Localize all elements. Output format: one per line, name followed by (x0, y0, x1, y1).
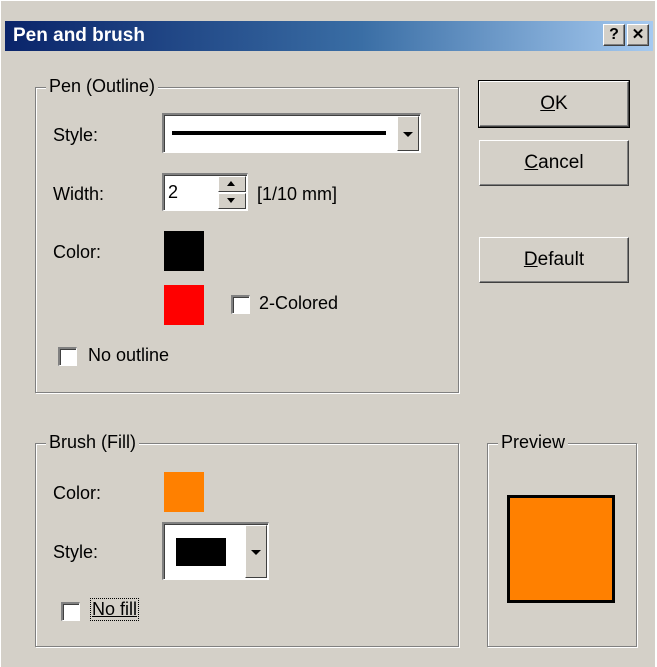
pen-color-label: Color: (53, 242, 102, 262)
pen-style-label: Style: (53, 125, 99, 145)
chevron-down-icon[interactable] (397, 116, 419, 151)
cancel-accel: C (524, 152, 539, 173)
brush-color-swatch[interactable] (164, 472, 204, 512)
pen-width-stepper[interactable]: 2 (162, 173, 248, 211)
spin-down-icon[interactable] (218, 193, 246, 209)
default-accel: D (523, 249, 538, 270)
two-colored-label[interactable]: 2-Colored (259, 293, 338, 314)
default-button[interactable]: Default (479, 237, 629, 283)
pen-style-dropdown[interactable] (162, 113, 421, 153)
two-colored-checkbox[interactable] (231, 295, 250, 314)
preview-shape (507, 495, 615, 603)
pen-width-label: Width: (53, 184, 105, 204)
pen-secondary-color-swatch[interactable] (164, 285, 204, 325)
pen-and-brush-dialog: Pen and brush ? ✕ Pen (Outline) Style: W… (0, 0, 655, 667)
close-button[interactable]: ✕ (627, 24, 649, 46)
brush-style-label: Style: (53, 542, 99, 562)
brush-group-label: Brush (Fill) (46, 432, 140, 453)
pen-style-line-preview (172, 131, 386, 135)
brush-style-dropdown[interactable] (162, 522, 269, 580)
default-label: efault (537, 249, 585, 270)
brush-color-label: Color: (53, 483, 102, 503)
no-fill-checkbox[interactable] (61, 602, 80, 621)
cancel-button[interactable]: Cancel (479, 140, 629, 186)
ok-label: K (555, 93, 568, 114)
dialog-title: Pen and brush (13, 25, 145, 46)
no-outline-checkbox[interactable] (58, 347, 77, 366)
help-button[interactable]: ? (603, 24, 625, 46)
spin-up-icon[interactable] (218, 176, 246, 192)
pen-width-value[interactable]: 2 (168, 182, 178, 203)
chevron-down-icon[interactable] (245, 525, 267, 578)
cancel-label: ancel (538, 152, 584, 173)
pen-group-label: Pen (Outline) (46, 76, 159, 97)
ok-accel: O (540, 93, 556, 114)
pen-width-unit: [1/10 mm] (257, 184, 338, 204)
title-bar[interactable]: Pen and brush ? ✕ (5, 21, 653, 51)
no-outline-label[interactable]: No outline (88, 345, 169, 366)
ok-button[interactable]: OK (478, 80, 630, 128)
pen-primary-color-swatch[interactable] (164, 231, 204, 271)
no-fill-label[interactable]: No fill (89, 598, 140, 621)
preview-group-label: Preview (498, 432, 569, 453)
brush-style-preview (176, 538, 226, 566)
